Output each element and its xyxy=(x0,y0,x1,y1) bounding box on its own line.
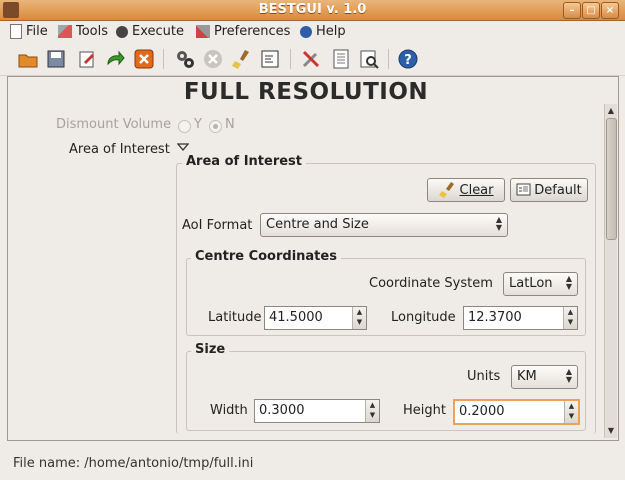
dismount-volume-label: Dismount Volume xyxy=(56,117,172,132)
menu-bar: File Tools Execute Preferences Help xyxy=(0,21,625,43)
default-form-icon xyxy=(516,183,531,196)
menu-help-label: Help xyxy=(316,24,346,39)
help-icon[interactable]: ? xyxy=(397,48,419,70)
menu-tools[interactable]: Tools xyxy=(58,24,108,39)
dismount-radio-n[interactable] xyxy=(209,120,222,133)
clear-button-label: Clear xyxy=(459,182,494,198)
default-button-label: Default xyxy=(534,182,582,198)
toolbar-separator xyxy=(163,49,164,69)
toolbar-separator xyxy=(290,49,291,69)
list-icon[interactable] xyxy=(330,48,352,70)
default-button[interactable]: Default xyxy=(510,178,588,202)
latitude-value: 41.5000 xyxy=(269,310,323,325)
tools-icon xyxy=(58,25,72,38)
dismount-y-label: Y xyxy=(194,117,202,132)
help-icon xyxy=(300,25,312,38)
console-icon[interactable] xyxy=(259,48,281,70)
gear-icon xyxy=(116,25,128,38)
edit-icon[interactable] xyxy=(76,48,98,70)
aoi-format-select[interactable]: Centre and Size ▲ ▼ xyxy=(260,213,508,237)
centre-coordinates-title: Centre Coordinates xyxy=(191,249,341,264)
vertical-scrollbar[interactable]: ▲ ▼ xyxy=(604,104,617,438)
status-file-name: File name: /home/antonio/tmp/full.ini xyxy=(13,456,254,471)
maximize-button[interactable]: □ xyxy=(582,2,600,19)
longitude-value: 12.3700 xyxy=(468,310,522,325)
latitude-label: Latitude xyxy=(208,310,262,325)
save-icon[interactable] xyxy=(45,48,67,70)
content-panel: FULL RESOLUTION Dismount Volume Y N Area… xyxy=(7,76,619,441)
close-icon[interactable] xyxy=(133,48,155,70)
updown-arrows-icon: ▲ ▼ xyxy=(495,215,502,232)
window-title: BESTGUI v. 1.0 xyxy=(258,2,367,17)
width-value: 0.3000 xyxy=(259,403,305,418)
updown-arrows-icon: ▲ ▼ xyxy=(565,367,572,384)
toolbar: ? xyxy=(0,43,625,76)
menu-preferences-label: Preferences xyxy=(214,24,291,39)
clear-broom-icon[interactable] xyxy=(231,48,253,70)
height-value: 0.2000 xyxy=(459,404,505,419)
size-title: Size xyxy=(191,342,230,357)
title-bar: BESTGUI v. 1.0 – □ × xyxy=(0,0,625,21)
units-label: Units xyxy=(467,369,501,384)
menu-preferences[interactable]: Preferences xyxy=(196,24,290,39)
menu-execute-label: Execute xyxy=(132,24,184,39)
preferences-icon xyxy=(196,25,210,38)
aoi-group-title: Area of Interest xyxy=(182,154,307,169)
minimize-button[interactable]: – xyxy=(563,2,581,19)
spin-arrows-icon[interactable]: ▲ ▼ xyxy=(564,401,578,423)
clear-broom-icon xyxy=(438,182,454,198)
spin-arrows-icon[interactable]: ▲ ▼ xyxy=(563,307,577,329)
clear-button[interactable]: Clear xyxy=(427,178,505,202)
coordinate-system-value: LatLon xyxy=(509,276,553,291)
coordinate-system-select[interactable]: LatLon ▲ ▼ xyxy=(503,272,578,296)
run-gears-icon[interactable] xyxy=(174,48,196,70)
scrollbar-thumb[interactable] xyxy=(606,118,617,240)
longitude-spinbox[interactable]: 12.3700 ▲ ▼ xyxy=(463,306,578,330)
menu-help[interactable]: Help xyxy=(300,24,346,39)
aoi-format-value: Centre and Size xyxy=(266,217,369,232)
menu-execute[interactable]: Execute xyxy=(116,24,184,39)
height-label: Height xyxy=(403,403,446,418)
aoi-label: Area of Interest xyxy=(69,142,170,157)
inspect-icon[interactable] xyxy=(358,48,380,70)
tools-icon[interactable] xyxy=(300,48,322,70)
dismount-radio-y[interactable] xyxy=(178,120,191,133)
redo-icon[interactable] xyxy=(104,48,126,70)
aoi-format-label: AoI Format xyxy=(182,218,253,233)
updown-arrows-icon: ▲ ▼ xyxy=(565,274,572,291)
height-spinbox[interactable]: 0.2000 ▲ ▼ xyxy=(453,399,580,425)
spin-arrows-icon[interactable]: ▲ ▼ xyxy=(352,307,366,329)
units-select[interactable]: KM ▲ ▼ xyxy=(511,365,578,389)
latitude-spinbox[interactable]: 41.5000 ▲ ▼ xyxy=(264,306,367,330)
svg-text:?: ? xyxy=(404,53,412,68)
spin-arrows-icon[interactable]: ▲ ▼ xyxy=(365,400,379,422)
page-title: FULL RESOLUTION xyxy=(183,79,429,105)
open-folder-icon[interactable] xyxy=(17,48,39,70)
menu-file[interactable]: File xyxy=(10,24,48,39)
stop-icon[interactable] xyxy=(202,48,224,70)
file-icon xyxy=(10,24,22,39)
close-window-button[interactable]: × xyxy=(601,2,619,19)
longitude-label: Longitude xyxy=(391,310,456,325)
menu-tools-label: Tools xyxy=(76,24,109,39)
scroll-up-arrow-icon[interactable]: ▲ xyxy=(606,106,616,115)
coordinate-system-label: Coordinate System xyxy=(369,276,493,291)
status-bar: File name: /home/antonio/tmp/full.ini xyxy=(0,448,625,480)
dismount-n-label: N xyxy=(225,117,235,132)
toolbar-separator xyxy=(388,49,389,69)
units-value: KM xyxy=(517,369,537,384)
scroll-down-arrow-icon[interactable]: ▼ xyxy=(606,426,616,435)
width-spinbox[interactable]: 0.3000 ▲ ▼ xyxy=(254,399,380,423)
width-label: Width xyxy=(210,403,248,418)
menu-file-label: File xyxy=(26,24,48,39)
